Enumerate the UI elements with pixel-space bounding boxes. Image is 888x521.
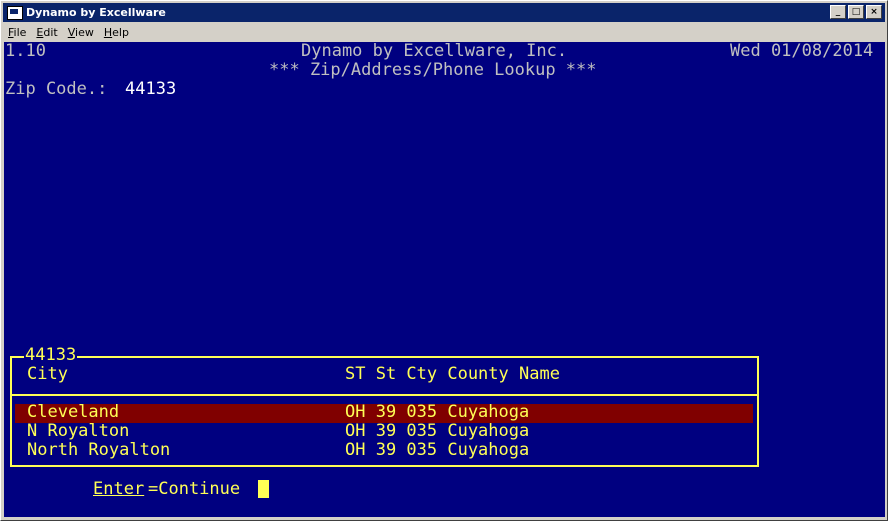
title-bar[interactable]: Dynamo by Excellware _ □ × [3,3,885,22]
zip-code-label: Zip Code.: [5,79,108,99]
company-name: Dynamo by Excellware, Inc. [301,42,568,61]
row-city: North Royalton [27,440,171,460]
row-details: OH 39 035 Cuyahoga [345,421,530,441]
column-header-details: ST St Cty County Name [345,364,560,384]
date-display: Wed 01/08/2014 [730,42,874,61]
menu-help[interactable]: Help [99,26,134,39]
continue-label: =Continue [148,479,241,499]
zip-code-input[interactable]: 44133 [125,80,176,99]
lookup-header-divider [10,394,759,396]
menu-edit[interactable]: Edit [31,26,62,39]
text-cursor [258,480,269,498]
maximize-button[interactable]: □ [848,5,864,19]
column-header-city: City [27,364,68,384]
menu-bar: File Edit View Help [3,23,885,41]
window-title: Dynamo by Excellware [26,6,166,19]
close-button[interactable]: × [866,5,882,19]
row-details: OH 39 035 Cuyahoga [345,440,530,460]
menu-file[interactable]: File [3,26,31,39]
app-window: Dynamo by Excellware _ □ × File Edit Vie… [0,0,888,521]
terminal-screen[interactable]: 1.10 Dynamo by Excellware, Inc. Wed 01/0… [4,42,885,517]
version-label: 1.10 [5,42,46,61]
minimize-button[interactable]: _ [830,5,846,19]
row-city: Cleveland [27,402,120,422]
app-icon [7,5,23,20]
lookup-box-title: 44133 [24,345,78,365]
enter-key-hint[interactable]: Enter [93,480,144,499]
menu-view[interactable]: View [63,26,99,39]
screen-subtitle: *** Zip/Address/Phone Lookup *** [269,60,597,80]
row-city: N Royalton [27,421,130,441]
row-details: OH 39 035 Cuyahoga [345,402,530,422]
